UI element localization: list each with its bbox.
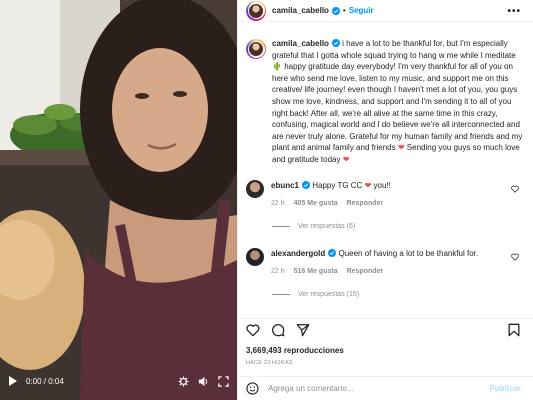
comment-input[interactable] [268, 384, 490, 393]
verified-icon [331, 39, 340, 47]
post-details-panel: camila_cabello • Seguir ••• camila_cabel… [237, 0, 533, 400]
video-time: 0:00 / 0:04 [26, 376, 64, 386]
commenter-avatar[interactable] [246, 179, 264, 198]
emoji-icon[interactable] [246, 382, 259, 395]
heart-emoji: ❤ [342, 154, 350, 164]
verified-icon [331, 6, 340, 15]
view-replies-label[interactable]: Ver respuestas (15) [298, 291, 359, 298]
comment-text-end: you!! [371, 180, 391, 190]
publish-button[interactable]: Publicar [489, 384, 521, 393]
reply-button[interactable]: Responder [347, 266, 384, 277]
video-controls: 0:00 / 0:04 [0, 362, 237, 400]
caption-text: camila_cabello i have a lot to be thankf… [272, 38, 525, 166]
comment-likes[interactable]: 516 Me gusta [294, 266, 338, 277]
add-comment-bar: Publicar [238, 376, 533, 400]
comment-time: 22 h [271, 267, 285, 275]
separator-dot: • [342, 6, 346, 15]
comments-list[interactable]: camila_cabello i have a lot to be thankf… [238, 30, 533, 317]
heart-icon[interactable] [511, 185, 519, 193]
settings-icon[interactable] [178, 375, 189, 387]
view-replies-button[interactable]: Ver respuestas (6) [272, 223, 525, 230]
comment-actions: 22 h 516 Me gusta Responder [271, 266, 511, 277]
verified-icon [302, 180, 311, 189]
plant-emoji: 🌵 [272, 62, 282, 72]
comment-text: Queen of having a lot to be thankful for… [336, 248, 479, 258]
comment-item: alexandergold Queen of having a lot to b… [246, 247, 525, 277]
post-timestamp: HACE 23 HORAS [246, 360, 293, 366]
view-count[interactable]: 3,669,493 reproducciones [246, 346, 344, 355]
caption-body-2: happy gratitude day everybody! I'm very … [272, 62, 523, 153]
fullscreen-icon[interactable] [218, 375, 229, 387]
comment-item: ebunc1 Happy TG CC ❤ you!! 22 h 405 Me g… [246, 179, 525, 209]
play-icon[interactable] [8, 376, 18, 386]
commenter-username[interactable]: alexandergold [271, 249, 325, 258]
reply-button[interactable]: Responder [347, 198, 384, 209]
view-replies-label[interactable]: Ver respuestas (6) [298, 223, 355, 230]
heart-emoji: ❤ [397, 143, 405, 153]
avatar[interactable] [246, 0, 266, 21]
post-header: camila_cabello • Seguir ••• [238, 0, 533, 22]
comment-likes[interactable]: 405 Me gusta [294, 198, 338, 209]
heart-icon[interactable] [511, 253, 519, 261]
video-player[interactable]: 0:00 / 0:04 [0, 0, 237, 400]
post-actions [238, 318, 533, 340]
heart-icon[interactable] [246, 323, 260, 337]
caption-avatar[interactable] [246, 39, 266, 59]
view-replies-button[interactable]: Ver respuestas (15) [272, 291, 525, 298]
commenter-username[interactable]: ebunc1 [271, 181, 299, 190]
share-icon[interactable] [296, 323, 310, 337]
follow-button[interactable]: Seguir [349, 6, 374, 15]
more-options-icon[interactable]: ••• [507, 6, 521, 17]
volume-icon[interactable] [198, 376, 209, 387]
caption-username[interactable]: camila_cabello [272, 39, 329, 48]
bookmark-icon[interactable] [507, 323, 521, 337]
post-modal: 0:00 / 0:04 camila_cabello • Seguir ••• … [0, 0, 533, 400]
comment-time: 22 h [271, 199, 285, 207]
header-username[interactable]: camila_cabello [272, 6, 329, 15]
comment-icon[interactable] [271, 323, 285, 337]
video-frame [0, 0, 237, 400]
caption: camila_cabello i have a lot to be thankf… [246, 38, 525, 166]
commenter-avatar[interactable] [246, 247, 264, 266]
comment-text: Happy TG CC [310, 180, 365, 190]
comment-actions: 22 h 405 Me gusta Responder [271, 198, 511, 209]
